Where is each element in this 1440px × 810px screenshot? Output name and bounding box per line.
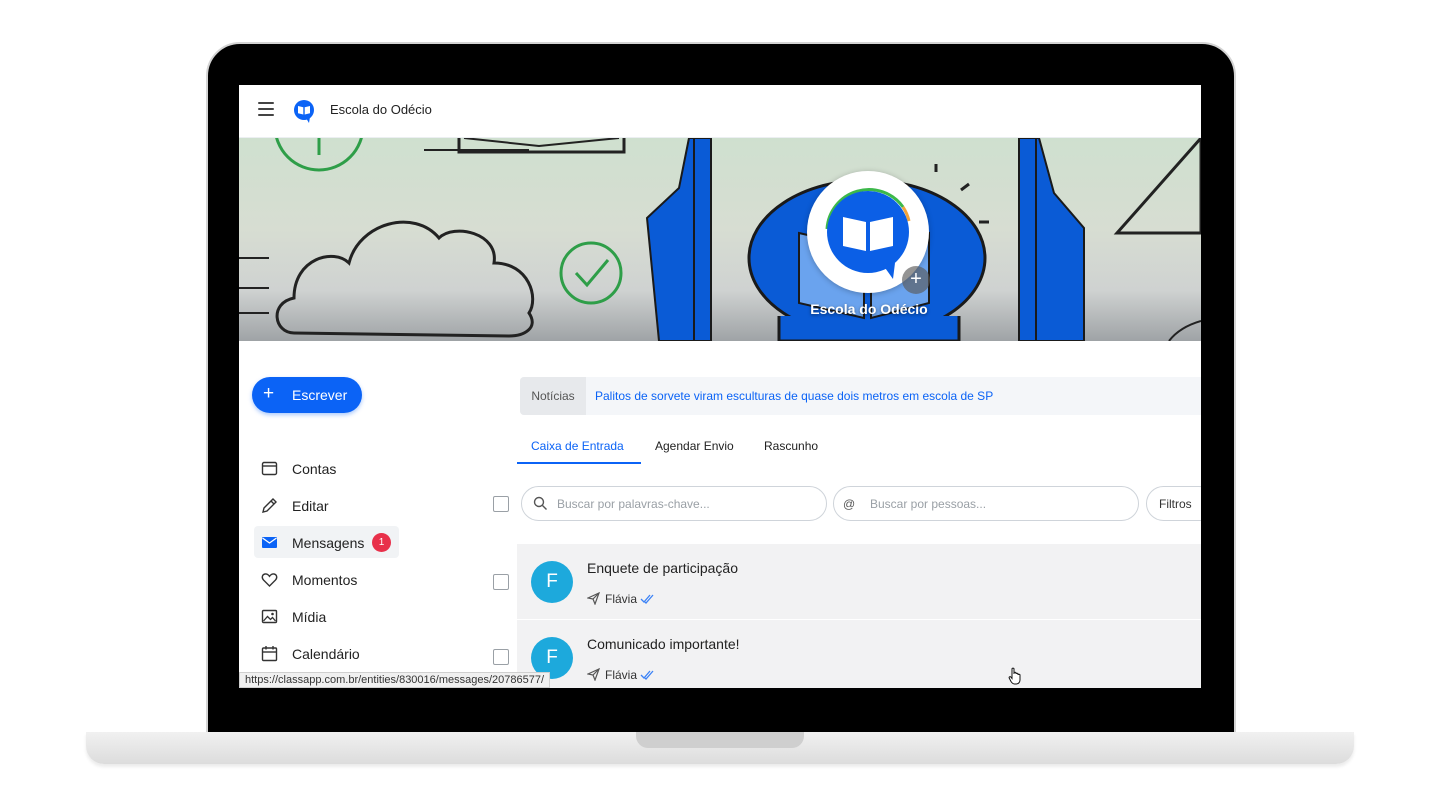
sent-icon: [587, 592, 600, 605]
filters-label: Filtros: [1159, 497, 1192, 511]
double-check-icon: [640, 670, 654, 680]
message-checkbox[interactable]: [493, 574, 509, 590]
pointer-cursor-icon: [1008, 667, 1021, 685]
message-subject: Comunicado importante!: [587, 636, 740, 652]
sender-avatar: F: [531, 561, 573, 603]
news-label: Notícias: [520, 377, 586, 415]
sidebar-item-label: Mensagens: [292, 535, 365, 551]
news-ticker: Notícias Palitos de sorvete viram escult…: [520, 377, 1201, 415]
sidebar-item-label: Mídia: [292, 609, 327, 625]
people-search-placeholder: Buscar por pessoas...: [870, 497, 987, 511]
sent-icon: [587, 668, 600, 681]
card-icon: [261, 461, 278, 476]
compose-button[interactable]: + Escrever: [252, 377, 362, 413]
double-check-icon: [640, 594, 654, 604]
message-sender: Flávia: [605, 592, 638, 606]
message-row[interactable]: F Enquete de participação Flávia: [517, 544, 1201, 619]
plus-icon: +: [263, 383, 275, 404]
tab-caixa-de-entrada[interactable]: Caixa de Entrada: [531, 439, 624, 453]
sidebar-item-label: Contas: [292, 461, 337, 477]
change-avatar-button[interactable]: +: [902, 266, 930, 294]
calendar-icon: [261, 646, 278, 662]
compose-label: Escrever: [292, 387, 348, 403]
classapp-logo-icon: [294, 100, 314, 123]
laptop-notch: [636, 732, 804, 748]
search-icon: [533, 496, 547, 510]
sidebar-item-calendario[interactable]: Calendário: [254, 637, 399, 669]
unread-badge: 1: [372, 533, 391, 552]
sidebar-item-label: Calendário: [292, 646, 360, 662]
select-all-checkbox[interactable]: [493, 496, 509, 512]
keyword-search-input[interactable]: Buscar por palavras-chave...: [521, 486, 827, 521]
filters-button[interactable]: Filtros: [1146, 486, 1201, 521]
people-search-input[interactable]: @ Buscar por pessoas...: [833, 486, 1139, 521]
entity-cover-banner: + Escola do Odécio: [239, 138, 1201, 341]
entity-name: Escola do Odécio: [810, 301, 928, 317]
banner-illustration: [239, 138, 1201, 341]
top-bar: Escola do Odécio: [239, 85, 1201, 138]
image-icon: [261, 609, 278, 624]
tab-rascunho[interactable]: Rascunho: [764, 439, 818, 453]
message-checkbox[interactable]: [493, 649, 509, 665]
message-row[interactable]: F Comunicado importante! Flávia: [517, 620, 1201, 688]
envelope-icon: [262, 537, 277, 548]
message-subject: Enquete de participação: [587, 560, 738, 576]
sidebar-item-momentos[interactable]: Momentos: [254, 563, 399, 595]
at-icon: @: [843, 497, 856, 511]
tab-agendar-envio[interactable]: Agendar Envio: [655, 439, 734, 453]
sidebar-item-contas[interactable]: Contas: [254, 452, 399, 484]
sidebar-item-label: Editar: [292, 498, 329, 514]
status-bar-url: https://classapp.com.br/entities/830016/…: [239, 672, 551, 688]
sidebar-item-label: Momentos: [292, 572, 358, 588]
message-sender: Flávia: [605, 668, 638, 682]
sidebar-item-mensagens[interactable]: Mensagens 1: [254, 526, 399, 558]
active-tab-indicator: [517, 462, 641, 464]
hamburger-menu-icon[interactable]: [258, 102, 274, 116]
heart-icon: [261, 573, 278, 587]
pencil-icon: [262, 498, 277, 513]
sidebar-item-editar[interactable]: Editar: [254, 489, 399, 521]
sidebar-item-midia[interactable]: Mídia: [254, 600, 399, 632]
keyword-search-placeholder: Buscar por palavras-chave...: [557, 497, 710, 511]
app-screen: Escola do Odécio + Escola do Odécio + Es…: [239, 85, 1201, 688]
news-headline-link[interactable]: Palitos de sorvete viram esculturas de q…: [595, 389, 993, 403]
app-title: Escola do Odécio: [330, 102, 432, 117]
